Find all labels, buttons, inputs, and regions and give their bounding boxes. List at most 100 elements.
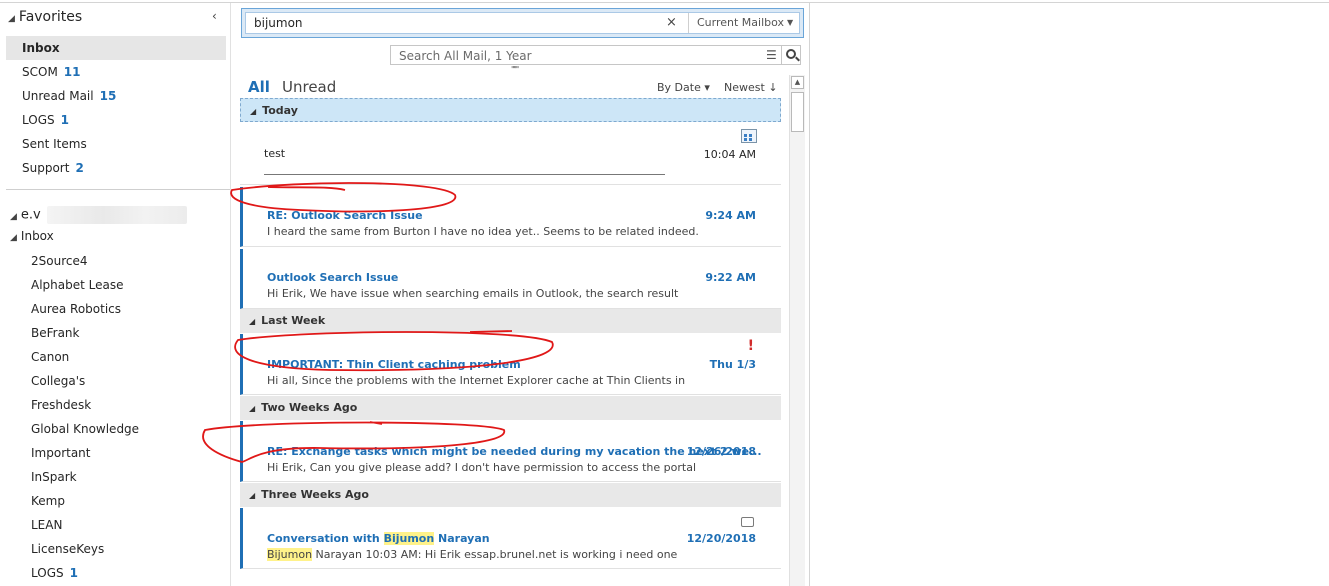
folder-item[interactable]: Aurea Robotics [31,297,121,321]
list-item[interactable]: test 10:04 AM [240,123,781,185]
favorite-item-label: Unread Mail [22,89,94,103]
folder-item[interactable]: Global Knowledge [31,417,139,441]
list-item[interactable]: RE: Outlook Search Issue 9:24 AM I heard… [240,187,781,247]
search-box-frame: bijumon × Current Mailbox ▼ [241,8,804,38]
folder-label: InSpark [31,470,77,484]
search-scope-dropdown[interactable]: Current Mailbox [697,16,784,29]
favorite-item-support[interactable]: Support 2 [6,156,226,180]
vertical-scrollbar[interactable]: ▲ [789,75,805,586]
group-label: Today [262,104,298,117]
sort-order-label: Newest [724,81,765,94]
favorite-item-inbox[interactable]: Inbox [6,36,226,60]
list-item[interactable]: Outlook Search Issue 9:22 AM Hi Erik, We… [240,249,781,309]
favorite-item-label: Sent Items [22,137,87,151]
folder-item[interactable]: Collega's [31,369,85,393]
clear-search-icon[interactable]: × [666,15,677,30]
unread-count: 1 [60,113,69,127]
expand-triangle-icon: ◢ [8,14,15,24]
unread-count: 2 [75,161,84,175]
list-item[interactable]: Conversation with Bijumon Narayan 12/20/… [240,508,781,569]
inbox-label: Inbox [20,229,54,243]
folder-item[interactable]: LEAN [31,513,62,537]
search-input[interactable]: bijumon × Current Mailbox ▼ [245,12,800,34]
tab-all[interactable]: All [248,78,270,96]
sort-by-dropdown[interactable]: By Date ▾ [657,81,710,94]
folder-label: Canon [31,350,70,364]
search-icon[interactable] [781,46,801,64]
folder-item[interactable]: InSpark [31,465,77,489]
search-placeholder: Search All Mail, 1 Year [399,49,532,63]
folder-item[interactable]: 2Source4 [31,249,87,273]
message-subject: Conversation with Bijumon Narayan [267,532,490,545]
tab-unread[interactable]: Unread [282,78,336,96]
folder-label: LEAN [31,518,63,532]
collapse-triangle-icon: ◢ [249,404,256,413]
message-preview: Hi Erik, Can you give please add? I don'… [267,461,697,474]
scroll-up-icon[interactable]: ▲ [791,76,804,89]
preview-text: Narayan 10:03 AM: Hi Erik essap.brunel.n… [312,548,678,561]
favorite-item-label: SCOM [22,65,58,79]
folder-label: LicenseKeys [31,542,105,556]
search-query: bijumon [254,16,303,30]
group-label: Three Weeks Ago [261,488,369,501]
folder-label: Collega's [31,374,86,388]
list-item[interactable]: ! IMPORTANT: Thin Client caching problem… [240,334,781,395]
folder-item[interactable]: Kemp [31,489,65,513]
group-header-three-weeks-ago[interactable]: ◢ Three Weeks Ago [240,483,781,507]
list-item[interactable] [240,571,781,586]
message-time: 9:24 AM [705,209,756,222]
filter-icon[interactable]: ☰ [766,48,777,62]
message-subject: Outlook Search Issue [267,271,399,284]
divider [6,189,230,190]
inbox-folder[interactable]: ◢ Inbox [10,229,54,243]
collapse-triangle-icon: ◢ [249,317,256,326]
favorite-item-unread-mail[interactable]: Unread Mail 15 [6,84,226,108]
folder-label: BeFrank [31,326,80,340]
message-subject: RE: Outlook Search Issue [267,209,423,222]
message-time: 12/20/2018 [686,532,756,545]
folder-item[interactable]: Freshdesk [31,393,91,417]
expand-triangle-icon: ◢ [10,233,17,243]
folder-pane: ◢ Favorites ‹ Inbox SCOM 11 Unread Mail 15 … [0,3,231,586]
message-time: 9:22 AM [705,271,756,284]
favorite-item-label: Support [22,161,70,175]
folder-item[interactable]: BeFrank [31,321,80,345]
scrollbar-thumb[interactable] [791,92,804,132]
unread-count: 11 [63,65,81,79]
high-importance-icon: ! [747,338,754,354]
search-all-mail-input[interactable]: Search All Mail, 1 Year ☰ [390,45,801,65]
group-label: Last Week [261,314,326,327]
resize-grip-icon[interactable]: '''''' [511,65,519,74]
search-hit-highlight: Bijumon [267,548,313,561]
chevron-down-icon[interactable]: ▼ [787,18,793,27]
favorite-item-scom[interactable]: SCOM 11 [6,60,226,84]
sort-order-toggle[interactable]: Newest ↓ [724,81,778,94]
collapse-pane-icon[interactable]: ‹ [212,9,217,23]
favorites-header[interactable]: ◢ Favorites [8,9,82,25]
favorite-item-sent-items[interactable]: Sent Items [6,132,226,156]
favorite-item-logs[interactable]: LOGS 1 [6,108,226,132]
account-header[interactable]: ◢ e.v [10,206,187,224]
folder-item[interactable]: LOGS 1 [31,561,78,585]
conversation-icon [741,517,754,527]
list-item[interactable]: RE: Exchange tasks which might be needed… [240,421,781,482]
search-hit-highlight: Bijumon [383,532,435,545]
folder-label: Alphabet Lease [31,278,124,292]
folder-label: 2Source4 [31,254,88,268]
expand-triangle-icon: ◢ [10,211,17,222]
folder-label: Kemp [31,494,65,508]
folder-item[interactable]: Alphabet Lease [31,273,123,297]
message-preview: Bijumon Narayan 10:03 AM: Hi Erik essap.… [267,548,677,561]
group-header-today[interactable]: ◢ Today [240,98,781,122]
message-subject: IMPORTANT: Thin Client caching problem [267,358,521,371]
folder-item[interactable]: Canon [31,345,69,369]
message-preview: I heard the same from Burton I have no i… [267,225,699,238]
group-header-last-week[interactable]: ◢ Last Week [240,309,781,333]
folder-item[interactable]: LicenseKeys [31,537,104,561]
group-header-two-weeks-ago[interactable]: ◢ Two Weeks Ago [240,396,781,420]
folder-item[interactable]: Important [31,441,91,465]
chevron-down-icon: ▾ [704,81,710,94]
message-subject: test [264,147,286,160]
message-preview: Hi Erik, We have issue when searching em… [267,287,679,300]
message-time: Thu 1/3 [709,358,756,371]
